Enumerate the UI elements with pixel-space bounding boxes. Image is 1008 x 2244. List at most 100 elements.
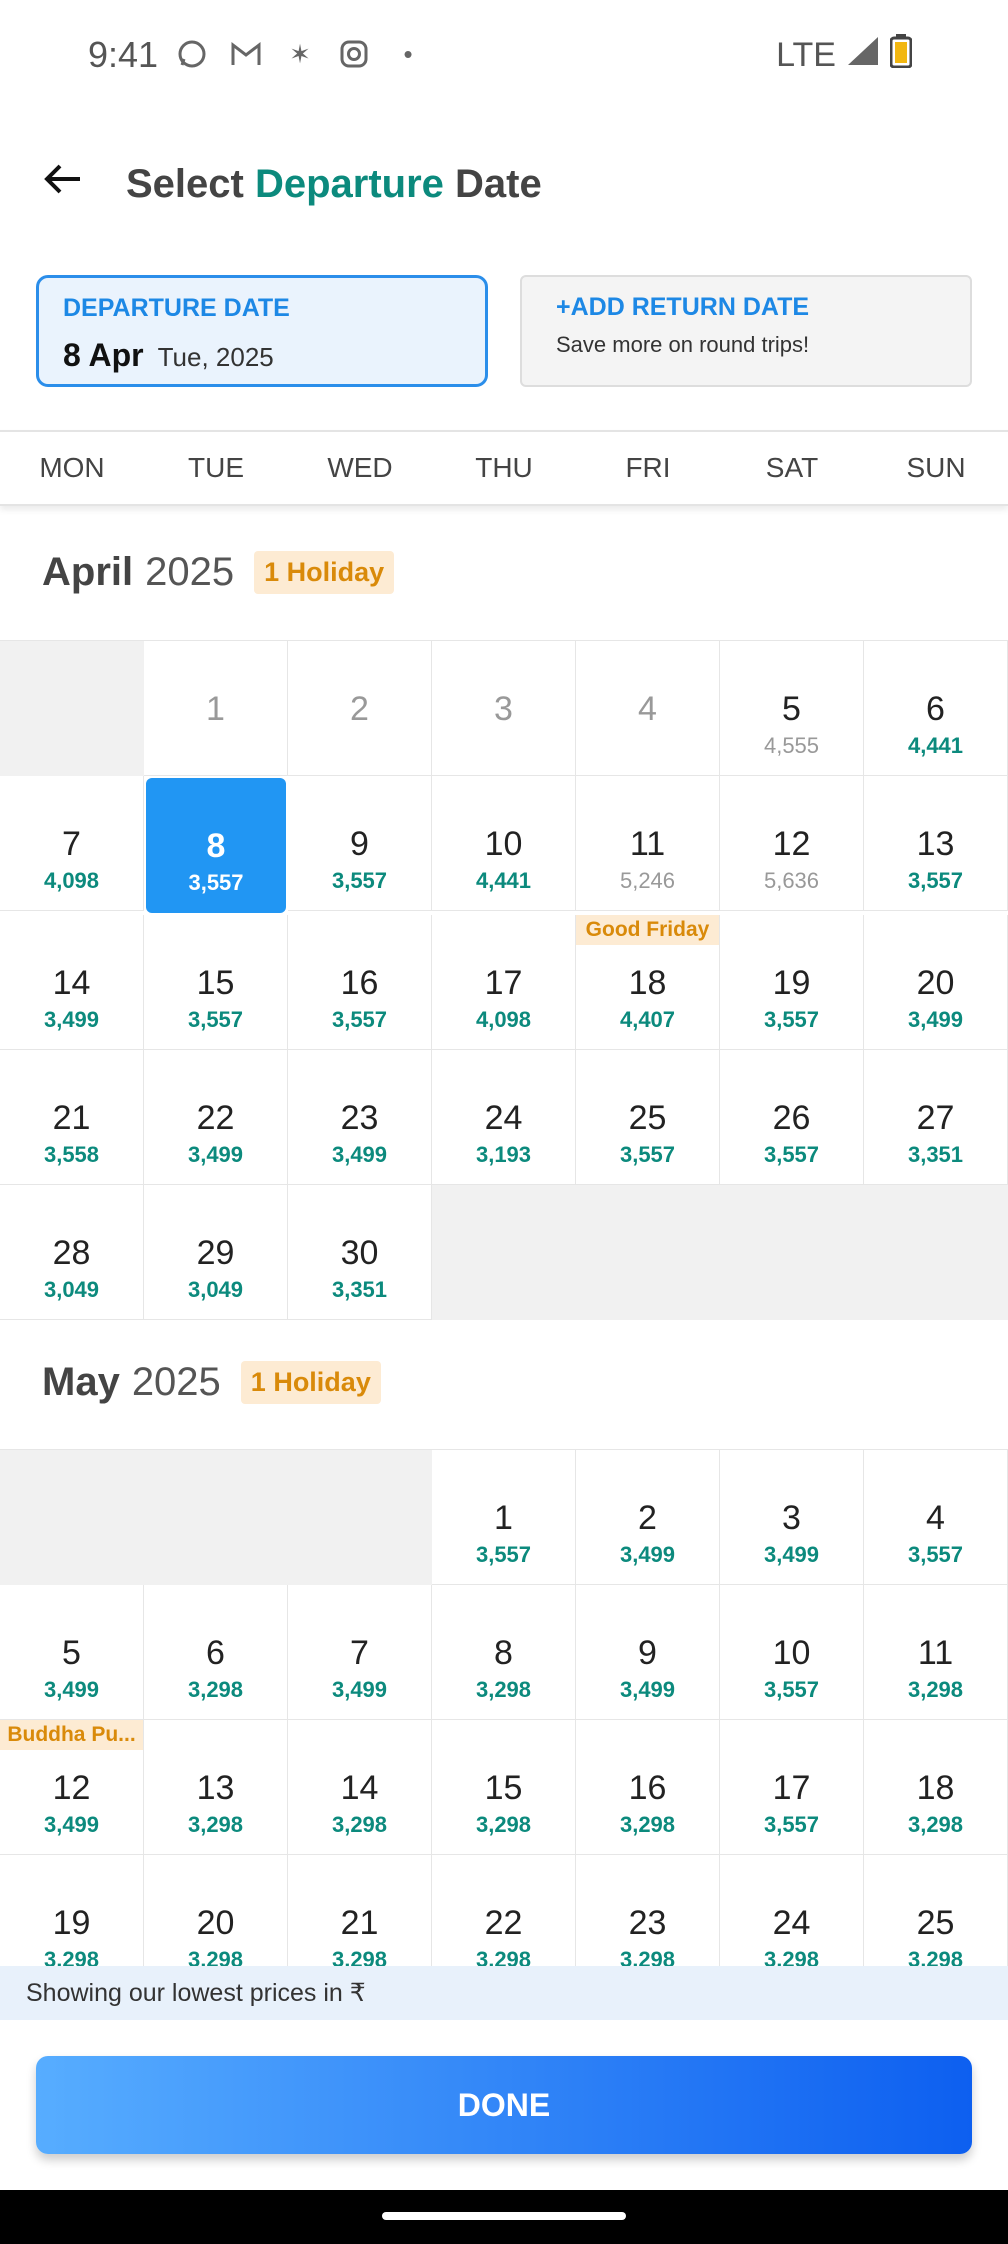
date-cell[interactable]: 22 3,298 [432, 1855, 576, 1966]
date-cell[interactable]: 14 3,499 [0, 915, 144, 1050]
date-cell[interactable]: 17 3,557 [720, 1720, 864, 1855]
date-price: 4,098 [43, 868, 100, 893]
date-cell[interactable]: 5 3,499 [0, 1585, 144, 1720]
date-price: 3,557 [763, 1812, 820, 1837]
date-cell[interactable]: 24 3,193 [432, 1050, 576, 1185]
date-cell[interactable]: 21 3,298 [288, 1855, 432, 1966]
date-cell[interactable]: 16 3,557 [288, 915, 432, 1050]
date-cell[interactable]: 23 3,298 [576, 1855, 720, 1966]
date-price: 3,298 [187, 1677, 244, 1702]
date-cell[interactable]: 8 3,298 [432, 1585, 576, 1720]
date-cell[interactable]: 27 3,351 [864, 1050, 1008, 1185]
month-name: April [42, 550, 134, 594]
date-number: 14 [340, 1769, 379, 1807]
date-price: 3,298 [187, 1947, 244, 1966]
date-cell[interactable]: 13 3,557 [864, 776, 1008, 911]
weekday-label: FRI [625, 452, 671, 483]
date-cell[interactable]: 18 3,298 [864, 1720, 1008, 1855]
date-cell[interactable]: 25 3,298 [864, 1855, 1008, 1966]
date-number: 24 [772, 1904, 811, 1942]
date-number: 12 [52, 1769, 91, 1807]
date-number: 19 [52, 1904, 91, 1942]
date-cell[interactable]: 28 3,049 [0, 1185, 144, 1320]
return-date-sub: Save more on round trips! [556, 332, 810, 357]
date-cell[interactable]: 16 3,298 [576, 1720, 720, 1855]
date-price: 4,407 [619, 1007, 676, 1032]
date-price: 3,557 [763, 1142, 820, 1167]
date-price: 3,499 [331, 1677, 388, 1702]
departure-date-card[interactable]: DEPARTURE DATE 8 Apr Tue, 2025 [36, 275, 488, 387]
month-header-may: May 2025 1 Holiday [42, 1360, 381, 1405]
date-price: 3,298 [907, 1812, 964, 1837]
date-price: 4,441 [907, 733, 964, 758]
date-price: 3,298 [475, 1812, 532, 1837]
date-number: 3 [782, 1499, 801, 1537]
date-cell[interactable]: 7 3,499 [288, 1585, 432, 1720]
date-number: 10 [484, 825, 523, 863]
title-accent: Departure [254, 162, 444, 206]
date-cell[interactable]: 24 3,298 [720, 1855, 864, 1966]
date-number: 2 [350, 690, 369, 728]
date-number: 24 [484, 1099, 523, 1137]
empty-cell [864, 1185, 1008, 1320]
date-number: 6 [206, 1634, 225, 1672]
month-name: May [42, 1360, 120, 1404]
date-cell: 2 [288, 641, 432, 776]
date-cell[interactable]: 13 3,298 [144, 1720, 288, 1855]
date-cell[interactable]: 25 3,557 [576, 1050, 720, 1185]
date-cell[interactable]: 29 3,049 [144, 1185, 288, 1320]
empty-cell [720, 1185, 864, 1320]
battery-icon [889, 34, 913, 77]
date-cell[interactable]: 15 3,557 [144, 915, 288, 1050]
date-number: 13 [916, 825, 955, 863]
date-cell[interactable]: 3 3,499 [720, 1450, 864, 1585]
back-arrow-icon[interactable] [40, 156, 86, 202]
calendar-grid-may: 1 3,557 2 3,499 3 3,499 4 3,557 5 3,499 6 3,298 7 3,4… [0, 1449, 1008, 1966]
date-price: 3,499 [43, 1677, 100, 1702]
date-cell[interactable]: 20 3,499 [864, 915, 1008, 1050]
empty-cell [0, 1450, 144, 1585]
date-cell[interactable]: 12 5,636 [720, 776, 864, 911]
date-cell[interactable]: 10 4,441 [432, 776, 576, 911]
date-cell[interactable]: 19 3,557 [720, 915, 864, 1050]
date-cell[interactable]: Buddha Pu... 12 3,499 [0, 1720, 144, 1855]
date-cell[interactable]: 4 3,557 [864, 1450, 1008, 1585]
date-price: 3,499 [619, 1542, 676, 1567]
date-cell[interactable]: 30 3,351 [288, 1185, 432, 1320]
date-number: 25 [628, 1099, 667, 1137]
date-number: 22 [196, 1099, 235, 1137]
date-price: 3,557 [763, 1677, 820, 1702]
date-cell[interactable]: 14 3,298 [288, 1720, 432, 1855]
date-price: 3,049 [43, 1277, 100, 1302]
date-cell[interactable]: 20 3,298 [144, 1855, 288, 1966]
date-cell[interactable]: 21 3,558 [0, 1050, 144, 1185]
date-cell[interactable]: 15 3,298 [432, 1720, 576, 1855]
date-cell[interactable]: 9 3,499 [576, 1585, 720, 1720]
date-cell[interactable]: 26 3,557 [720, 1050, 864, 1185]
date-cell[interactable]: 6 3,298 [144, 1585, 288, 1720]
date-cell[interactable]: 10 3,557 [720, 1585, 864, 1720]
date-cell[interactable]: 11 5,246 [576, 776, 720, 911]
date-price: 3,298 [619, 1812, 676, 1837]
departure-date-sub: Tue, 2025 [157, 342, 274, 372]
date-cell[interactable]: 2 3,499 [576, 1450, 720, 1585]
date-cell[interactable]: 19 3,298 [0, 1855, 144, 1966]
date-price: 3,298 [331, 1947, 388, 1966]
date-cell[interactable]: 23 3,499 [288, 1050, 432, 1185]
date-cell[interactable]: 11 3,298 [864, 1585, 1008, 1720]
date-cell[interactable]: 5 4,555 [720, 641, 864, 776]
date-cell[interactable]: 22 3,499 [144, 1050, 288, 1185]
date-cell[interactable]: 1 3,557 [432, 1450, 576, 1585]
date-cell[interactable]: 6 4,441 [864, 641, 1008, 776]
date-number: 11 [917, 1634, 954, 1672]
date-cell[interactable]: 9 3,557 [288, 776, 432, 911]
done-button[interactable]: DONE [36, 2056, 972, 2154]
calendar-scroll[interactable]: April 2025 1 Holiday 1 2 3 4 5 4,555 6 4,441 7 4,… [0, 506, 1008, 1966]
date-number: 9 [638, 1634, 657, 1672]
home-gesture-pill[interactable] [382, 2212, 626, 2220]
add-return-date-card[interactable]: +ADD RETURN DATE Save more on round trip… [520, 275, 972, 387]
date-cell[interactable]: Good Friday 18 4,407 [576, 915, 720, 1050]
date-cell[interactable]: 17 4,098 [432, 915, 576, 1050]
date-cell[interactable]: 7 4,098 [0, 776, 144, 911]
selected-date-cell[interactable]: 8 3,557 [146, 778, 286, 913]
